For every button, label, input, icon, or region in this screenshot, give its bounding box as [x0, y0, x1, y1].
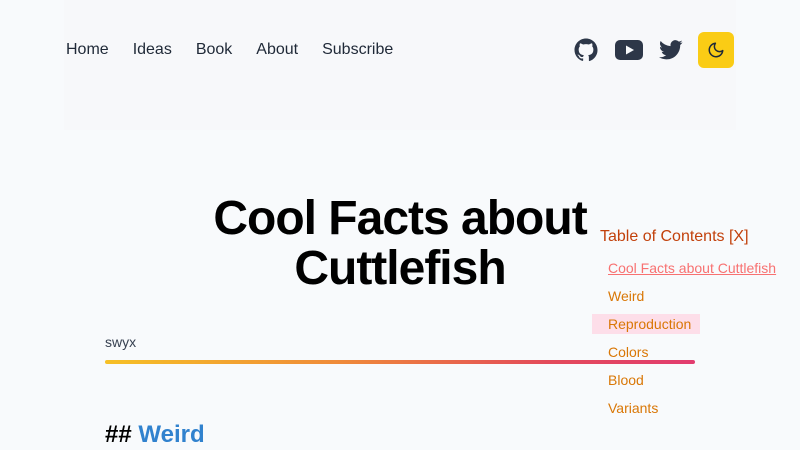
- toc-item: Cool Facts about Cuttlefish: [592, 258, 792, 278]
- nav-link-book[interactable]: Book: [196, 41, 232, 59]
- nav-link-home[interactable]: Home: [66, 41, 109, 59]
- github-icon[interactable]: [572, 32, 600, 68]
- toc-link-weird[interactable]: Weird: [608, 288, 644, 304]
- top-nav: Home Ideas Book About Subscribe: [66, 41, 393, 59]
- heading-prefix: ##: [105, 421, 132, 448]
- social-links: [572, 32, 734, 68]
- heading-anchor-link[interactable]: Weird: [138, 421, 204, 448]
- toc-toggle[interactable]: Table of Contents [X]: [592, 222, 792, 252]
- toc-item: Variants: [592, 398, 792, 418]
- nav-link-about[interactable]: About: [256, 41, 298, 59]
- post-title: Cool Facts about Cuttlefish: [213, 192, 587, 295]
- youtube-icon[interactable]: [614, 32, 644, 68]
- nav-link-ideas[interactable]: Ideas: [133, 41, 172, 59]
- toc-link-colors[interactable]: Colors: [608, 344, 648, 360]
- post-author: swyx: [105, 334, 137, 350]
- toc-item: Weird: [592, 286, 792, 306]
- toc-item: Blood: [592, 370, 792, 390]
- moon-icon: [707, 41, 725, 59]
- table-of-contents: Table of Contents [X] Cool Facts about C…: [592, 222, 792, 426]
- section-heading-weird: ## Weird: [105, 421, 205, 449]
- toc-link-reproduction[interactable]: Reproduction: [608, 316, 691, 332]
- toc-link-blood[interactable]: Blood: [608, 372, 644, 388]
- nav-link-subscribe[interactable]: Subscribe: [322, 41, 393, 59]
- toc-item: Colors: [592, 342, 792, 362]
- toc-link-variants[interactable]: Variants: [608, 400, 658, 416]
- theme-toggle-button[interactable]: [698, 32, 734, 68]
- toc-link-cool-facts[interactable]: Cool Facts about Cuttlefish: [608, 260, 776, 276]
- twitter-icon[interactable]: [658, 32, 684, 68]
- toc-list: Cool Facts about Cuttlefish Weird Reprod…: [592, 258, 792, 418]
- toc-item: Reproduction: [592, 314, 700, 334]
